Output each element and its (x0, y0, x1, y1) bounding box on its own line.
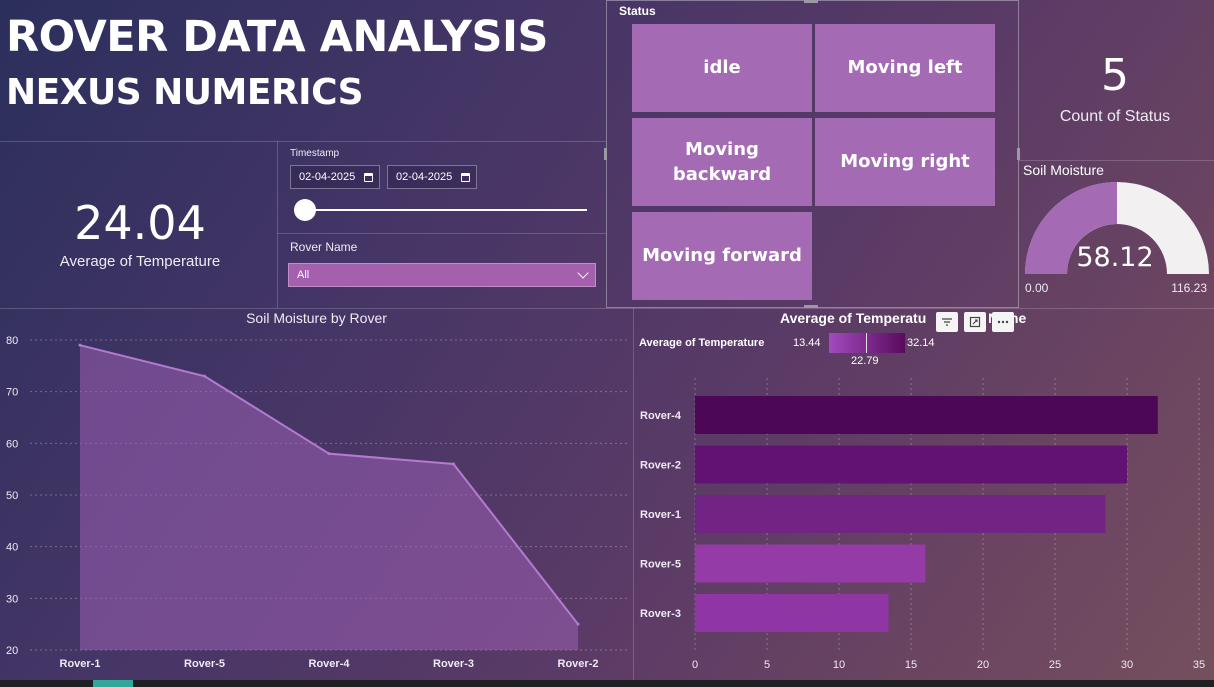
y-tick-label: Rover-4 (640, 410, 682, 422)
legend-max: 32.14 (907, 337, 935, 349)
focus-mode-icon[interactable] (964, 312, 986, 332)
divider (1019, 160, 1214, 161)
divider (277, 233, 606, 234)
rover-name-dropdown[interactable]: All (288, 263, 596, 287)
status-title: Status (619, 4, 656, 18)
temperature-bar-chart[interactable]: 0 5 10 15 20 25 30 35 Rover-4 Rover-2 Rover-1 Rover… (634, 370, 1214, 680)
soil-moisture-area-chart[interactable]: 20 30 40 50 60 70 80 Rover-1 Rover-5 Rover-4 Rover… (0, 330, 633, 680)
y-tick-label: 50 (6, 490, 18, 502)
more-options-icon[interactable] (992, 312, 1014, 332)
legend-min: 13.44 (793, 337, 821, 349)
bar (695, 396, 1158, 434)
bar (695, 445, 1127, 484)
resize-handle[interactable] (604, 148, 607, 160)
x-tick-label: Rover-2 (558, 658, 599, 670)
x-tick-label: 5 (764, 659, 770, 671)
legend-mid: 22.79 (851, 355, 879, 367)
calendar-icon[interactable] (364, 172, 373, 182)
resize-handle[interactable] (1017, 148, 1020, 160)
x-tick-label: 25 (1049, 659, 1061, 671)
rover-name-slicer-label: Rover Name (290, 240, 358, 254)
y-tick-label: 40 (6, 542, 18, 554)
divider (277, 141, 278, 308)
bar (695, 495, 1106, 533)
x-tick-label: 20 (977, 659, 989, 671)
resize-handle[interactable] (804, 305, 818, 308)
x-tick-label: 30 (1121, 659, 1133, 671)
y-tick-label: Rover-5 (640, 559, 681, 571)
end-date-input[interactable]: 02-04-2025 (387, 165, 477, 189)
x-tick-label: 15 (905, 659, 917, 671)
gauge-max-label: 116.23 (1171, 281, 1207, 295)
y-tick-label: 80 (6, 335, 18, 347)
y-tick-label: 30 (6, 593, 18, 605)
timestamp-slicer-label: Timestamp (290, 148, 340, 159)
gauge-value: 58.12 (1076, 242, 1154, 273)
x-tick-label: Rover-5 (184, 658, 225, 670)
legend-mid-marker (866, 333, 867, 353)
gauge-min-label: 0.00 (1025, 281, 1049, 295)
y-tick-label: Rover-2 (640, 460, 681, 472)
dashboard-title: ROVER DATA ANALYSIS (6, 12, 548, 62)
status-tile-moving-backward[interactable]: Moving backward (632, 118, 812, 206)
status-tile-moving-forward[interactable]: Moving forward (632, 212, 812, 300)
status-tile-moving-left[interactable]: Moving left (815, 24, 995, 112)
resize-handle[interactable] (804, 0, 818, 3)
y-tick-label: Rover-3 (640, 608, 681, 620)
chevron-down-icon (577, 267, 589, 279)
divider (0, 141, 606, 142)
x-tick-label: Rover-3 (433, 658, 474, 670)
x-tick-label: 10 (833, 659, 845, 671)
timestamp-slider-track[interactable] (300, 209, 587, 211)
rover-name-selected: All (297, 269, 310, 281)
bar-chart-title-visible: Average of Temperatu (780, 310, 927, 326)
divider (0, 308, 1214, 309)
bar (695, 594, 889, 632)
area-fill (80, 345, 578, 650)
y-tick-label: Rover-1 (640, 509, 681, 521)
kpi-temperature-value: 24.04 (74, 196, 206, 250)
kpi-temperature-label: Average of Temperature (59, 253, 221, 270)
y-tick-label: 20 (6, 645, 18, 657)
end-date-value: 02-04-2025 (396, 171, 453, 183)
start-date-value: 02-04-2025 (299, 171, 356, 183)
timestamp-slider-handle[interactable] (294, 199, 316, 221)
x-tick-label: 35 (1193, 659, 1205, 671)
status-tile-idle[interactable]: idle (632, 24, 812, 112)
status-tile-moving-right[interactable]: Moving right (815, 118, 995, 206)
kpi-count-label: Count of Status (1059, 108, 1171, 125)
data-point (203, 374, 206, 378)
data-point (327, 452, 331, 456)
dashboard-subtitle: NEXUS NUMERICS (6, 72, 364, 113)
y-tick-label: 60 (6, 438, 18, 450)
calendar-icon[interactable] (461, 172, 470, 182)
bar (695, 544, 926, 583)
start-date-input[interactable]: 02-04-2025 (290, 165, 380, 189)
y-tick-label: 70 (6, 387, 18, 399)
x-tick-label: Rover-4 (309, 658, 351, 670)
page-navigator-bar (0, 680, 1214, 687)
x-tick-label: Rover-1 (60, 658, 101, 670)
filter-icon[interactable] (936, 312, 958, 332)
gauge-title: Soil Moisture (1023, 162, 1104, 178)
data-point (452, 462, 455, 466)
active-page-tab[interactable] (93, 680, 133, 687)
area-chart-title: Soil Moisture by Rover (246, 310, 387, 326)
legend-label: Average of Temperature (639, 337, 765, 349)
bar-chart-title: Average of Temperatu Name (780, 310, 1026, 326)
x-tick-label: 0 (692, 659, 698, 671)
kpi-count-value: 5 (1101, 50, 1129, 101)
data-point (78, 343, 82, 347)
data-point (576, 622, 580, 626)
legend-gradient (829, 333, 905, 353)
